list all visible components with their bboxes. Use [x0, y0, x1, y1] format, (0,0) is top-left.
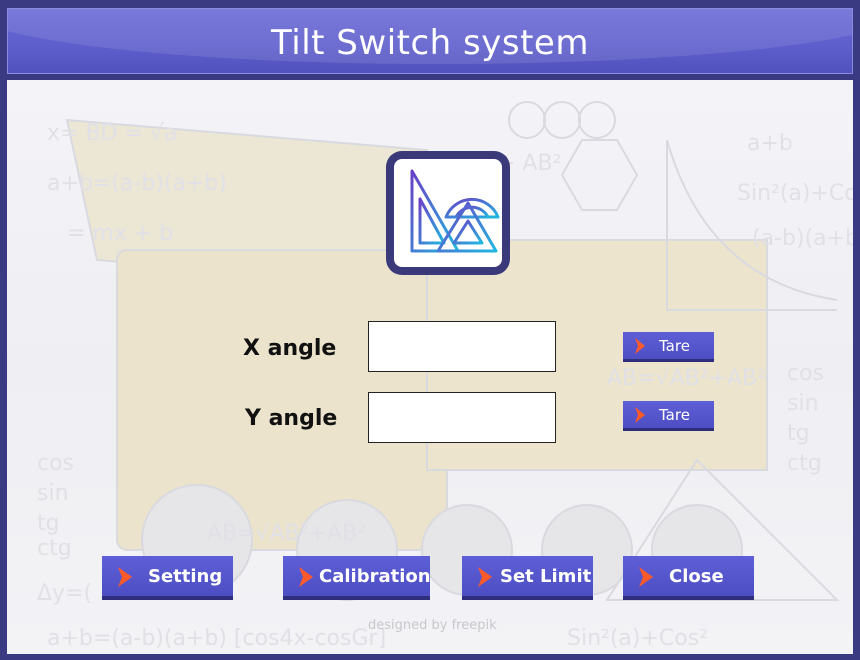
svg-text:AB=√AB²+AB²: AB=√AB²+AB²	[207, 521, 366, 546]
y-tare-button[interactable]: Tare	[623, 401, 714, 431]
svg-text:ctg: ctg	[37, 536, 72, 561]
set-limit-button[interactable]: Set Limit	[462, 556, 593, 600]
svg-text:tg: tg	[37, 511, 60, 536]
svg-text:cos: cos	[37, 451, 74, 476]
x-tare-label: Tare	[659, 337, 690, 355]
chevron-right-icon	[635, 338, 645, 354]
svg-text:tg: tg	[787, 421, 810, 446]
svg-text:a+b=(a-b)(a+b): a+b=(a-b)(a+b)	[47, 171, 227, 196]
close-button[interactable]: Close	[623, 556, 754, 600]
y-angle-input[interactable]	[368, 392, 556, 443]
app-title: Tilt Switch system	[271, 23, 589, 63]
setting-label: Setting	[148, 566, 223, 587]
title-bar: Tilt Switch system	[7, 8, 853, 74]
watermark-text: designed by freepik	[368, 618, 497, 633]
chevron-right-icon	[478, 567, 492, 587]
svg-text:ctg: ctg	[787, 451, 822, 476]
y-tare-label: Tare	[659, 406, 690, 424]
svg-text:Sin²(a)+Cos²: Sin²(a)+Cos²	[567, 626, 708, 651]
svg-text:(a-b)(a+b): (a-b)(a+b)	[752, 226, 853, 251]
logo-tile	[394, 159, 502, 267]
svg-text:a+b: a+b	[747, 131, 793, 156]
app-logo	[386, 151, 510, 275]
x-angle-input[interactable]	[368, 321, 556, 372]
calibration-label: Calibration	[319, 566, 431, 587]
calibration-button[interactable]: Calibration	[283, 556, 431, 600]
chevron-right-icon	[299, 567, 313, 587]
close-label: Close	[669, 566, 724, 587]
svg-text:sin: sin	[37, 481, 69, 506]
y-angle-label: Y angle	[245, 406, 338, 431]
chevron-right-icon	[118, 567, 132, 587]
svg-text:AB=√AB²+AB²: AB=√AB²+AB²	[607, 366, 766, 391]
set-limit-label: Set Limit	[500, 566, 592, 587]
svg-text:Δy=(: Δy=(	[37, 581, 92, 606]
svg-text:cos: cos	[787, 361, 824, 386]
setting-button[interactable]: Setting	[102, 556, 233, 600]
geometry-tools-icon	[410, 169, 500, 253]
chevron-right-icon	[639, 567, 653, 587]
svg-text:= mx + b: = mx + b	[67, 221, 173, 246]
x-tare-button[interactable]: Tare	[623, 332, 714, 362]
x-angle-label: X angle	[243, 336, 337, 361]
svg-text:sin: sin	[787, 391, 819, 416]
svg-text:x= BD = √a: x= BD = √a	[47, 121, 177, 146]
svg-text:Sin²(a)+Cos²: Sin²(a)+Cos²	[737, 181, 853, 206]
chevron-right-icon	[635, 407, 645, 423]
svg-text:a+b=(a-b)(a+b) [cos4x-cosGr]: a+b=(a-b)(a+b) [cos4x-cosGr]	[47, 626, 386, 651]
